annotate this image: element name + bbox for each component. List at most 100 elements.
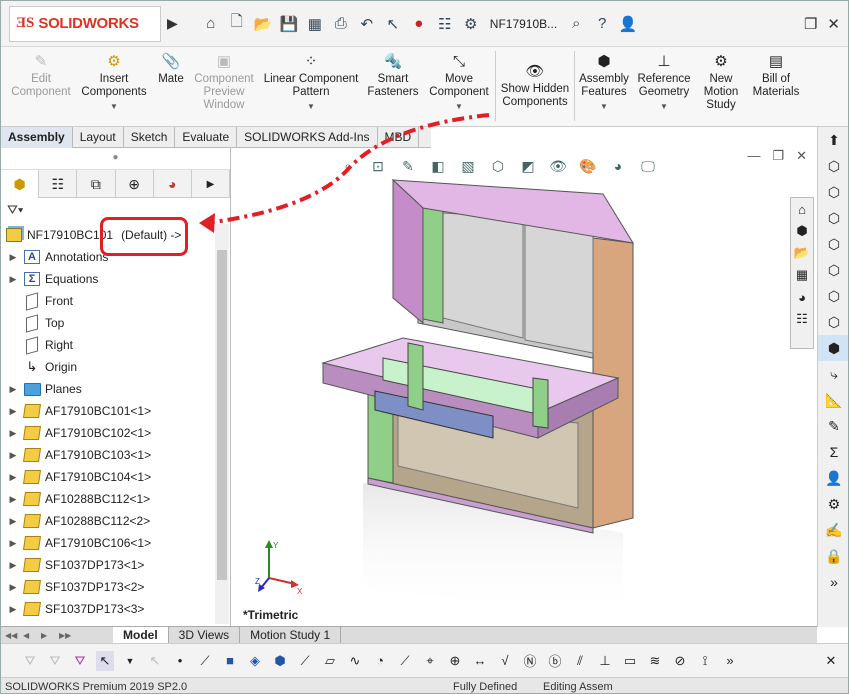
home-view-icon[interactable]: ⌂: [791, 198, 813, 220]
panel-handle[interactable]: ●: [1, 148, 230, 170]
scroll-thumb[interactable]: [217, 250, 227, 580]
filter-sketch-segments-icon[interactable]: ⟋: [396, 651, 414, 671]
filter-planes-icon[interactable]: ▱: [321, 651, 339, 671]
expand-arrow-icon[interactable]: ▶: [7, 604, 19, 615]
component-preview-window-button[interactable]: ▣ Component Preview Window: [189, 51, 259, 112]
tab-mbd[interactable]: MBD: [378, 127, 420, 148]
selection-cursor-icon[interactable]: ↖: [96, 650, 114, 671]
expand-arrow-icon[interactable]: ▶: [7, 450, 19, 461]
measure-icon[interactable]: 📐: [818, 387, 848, 413]
tab-layout[interactable]: Layout: [73, 127, 124, 148]
tree-item[interactable]: ▶ AF17910BC104<1>: [1, 466, 215, 488]
tab-assembly[interactable]: Assembly: [1, 127, 73, 148]
expand-arrow-icon[interactable]: ▶: [7, 538, 19, 549]
tree-item[interactable]: ▶ AF17910BC102<1>: [1, 422, 215, 444]
close-icon[interactable]: ✕: [827, 15, 840, 33]
dimxpert-manager-tab-icon[interactable]: ⊕: [116, 170, 154, 198]
expand-arrow-icon[interactable]: ▶: [7, 252, 19, 263]
tree-item[interactable]: Top: [1, 312, 215, 334]
help-icon[interactable]: ?: [591, 12, 613, 36]
mate-button[interactable]: 📎 Mate: [153, 51, 189, 86]
tab-3d-views[interactable]: 3D Views: [169, 626, 241, 644]
chevron-down-icon[interactable]: ▼: [455, 100, 463, 113]
tab-motion-study-1[interactable]: Motion Study 1: [240, 626, 342, 644]
tree-item[interactable]: ↳ Origin: [1, 356, 215, 378]
graphics-area[interactable]: ⌕ ⊡ ✎ ◧ ▧ ⬡ ◩ 👁 🎨 ◕ 🖵 — ❐ ✕ Y X Z *Trime…: [233, 148, 817, 626]
sum-icon[interactable]: Σ: [818, 439, 848, 465]
move-component-button[interactable]: ⤡ Move Component ▼: [425, 51, 493, 113]
open-icon[interactable]: 📂: [252, 12, 274, 36]
filter-dowel-icon[interactable]: ⊘: [671, 651, 689, 671]
settings-icon[interactable]: ⚙: [818, 491, 848, 517]
select-icon[interactable]: ↖: [382, 12, 404, 36]
tree-item[interactable]: Right: [1, 334, 215, 356]
appearances-icon[interactable]: ◕: [791, 286, 813, 308]
tree-item[interactable]: ▶ AF10288BC112<2>: [1, 510, 215, 532]
filter-axes-icon[interactable]: ⟋: [296, 651, 314, 671]
expand-arrow-icon[interactable]: ▶: [7, 472, 19, 483]
file-explorer-icon[interactable]: 📂: [791, 242, 813, 264]
chevron-down-icon[interactable]: ▼: [307, 100, 315, 113]
expand-tabs-arrow-icon[interactable]: ▶: [192, 170, 231, 198]
custom-properties-icon[interactable]: ☷: [791, 308, 813, 330]
rebuild-traffic-light-icon[interactable]: ●: [408, 12, 430, 36]
display-manager-tab-icon[interactable]: ◕: [154, 170, 192, 198]
tree-item[interactable]: ▶ Σ Equations: [1, 268, 215, 290]
print-preview-icon[interactable]: ▦: [304, 12, 326, 36]
chevron-down-icon[interactable]: ▼: [660, 100, 668, 113]
tree-item[interactable]: Front: [1, 290, 215, 312]
filter-vertices-icon[interactable]: •: [171, 651, 189, 671]
tree-item[interactable]: ▶ AF17910BC101<1>: [1, 400, 215, 422]
view-palette-icon[interactable]: ▦: [791, 264, 813, 286]
filter-all-icon[interactable]: ⛛: [71, 651, 89, 671]
next-tab-icon[interactable]: ▶: [41, 631, 55, 640]
show-hidden-components-button[interactable]: 👁 Show Hidden Components: [499, 61, 571, 109]
save-icon[interactable]: 💾: [278, 12, 300, 36]
parts-library-icon[interactable]: ⬢: [791, 220, 813, 242]
gear-icon[interactable]: ⚙: [460, 12, 482, 36]
user-icon[interactable]: 👤: [617, 12, 639, 36]
filter-edges-icon[interactable]: ⟋: [196, 651, 214, 671]
configuration-manager-tab-icon[interactable]: ⧉: [77, 170, 116, 198]
filter-toggle-icon[interactable]: ⛛: [21, 651, 39, 671]
filter-clear-icon[interactable]: ⛛: [46, 651, 64, 671]
chevron-down-icon[interactable]: ▼: [121, 651, 139, 671]
expand-toolbar-icon[interactable]: »: [818, 569, 848, 595]
expand-arrow-icon[interactable]: ▶: [7, 428, 19, 439]
cube-view-icon[interactable]: ⬡: [818, 153, 848, 179]
filter-sketch-icon[interactable]: ◔: [371, 651, 389, 671]
restore-icon[interactable]: ❐: [804, 15, 817, 33]
filter-blocks-icon[interactable]: ▭: [621, 651, 639, 671]
filter-midpoints-icon[interactable]: ⌖: [421, 651, 439, 671]
left-view-icon[interactable]: ⬡: [818, 231, 848, 257]
close-filter-toolbar-icon[interactable]: ✕: [822, 651, 840, 671]
pin-icon[interactable]: ⬆: [818, 127, 848, 153]
file-properties-icon[interactable]: ☷: [434, 12, 456, 36]
new-motion-study-button[interactable]: ⚙ New Motion Study: [699, 51, 743, 112]
tree-scrollbar[interactable]: [215, 224, 229, 624]
normal-to-icon[interactable]: ⤷: [818, 361, 848, 387]
bill-of-materials-button[interactable]: ▤ Bill of Materials: [749, 51, 803, 99]
filter-dimensions-icon[interactable]: ↔: [471, 651, 489, 671]
prev-tab-icon[interactable]: ◀: [23, 631, 37, 640]
expand-arrow-icon[interactable]: ▶: [7, 274, 19, 285]
expand-arrow-icon[interactable]: ▶: [7, 560, 19, 571]
tree-item[interactable]: ▶ AF10288BC112<1>: [1, 488, 215, 510]
feature-manager-tab-icon[interactable]: ⬢: [1, 170, 40, 198]
tab-model[interactable]: Model: [113, 626, 169, 644]
tab-solidworks-addins[interactable]: SOLIDWORKS Add-Ins: [237, 127, 378, 148]
tree-item[interactable]: ▶ Planes: [1, 378, 215, 400]
filter-surfaces-icon[interactable]: ◈: [246, 651, 264, 671]
new-document-icon[interactable]: 🗋: [226, 12, 248, 36]
filter-datum-icon[interactable]: ⊥: [596, 651, 614, 671]
filter-notes-icon[interactable]: Ⓝ: [521, 651, 539, 671]
filter-cosmetic-thread-icon[interactable]: ≋: [646, 651, 664, 671]
notes-icon[interactable]: ✍: [818, 517, 848, 543]
top-view-icon[interactable]: ⬡: [818, 283, 848, 309]
insert-components-button[interactable]: ⚙ Insert Components ▼: [77, 51, 151, 113]
expand-arrow-icon[interactable]: ▶: [7, 494, 19, 505]
expand-arrow-icon[interactable]: ▶: [7, 384, 19, 395]
tree-item[interactable]: ▶ SF1037DP173<3>: [1, 598, 215, 620]
chevron-down-icon[interactable]: ▼: [110, 100, 118, 113]
filter-curves-icon[interactable]: ∿: [346, 651, 364, 671]
